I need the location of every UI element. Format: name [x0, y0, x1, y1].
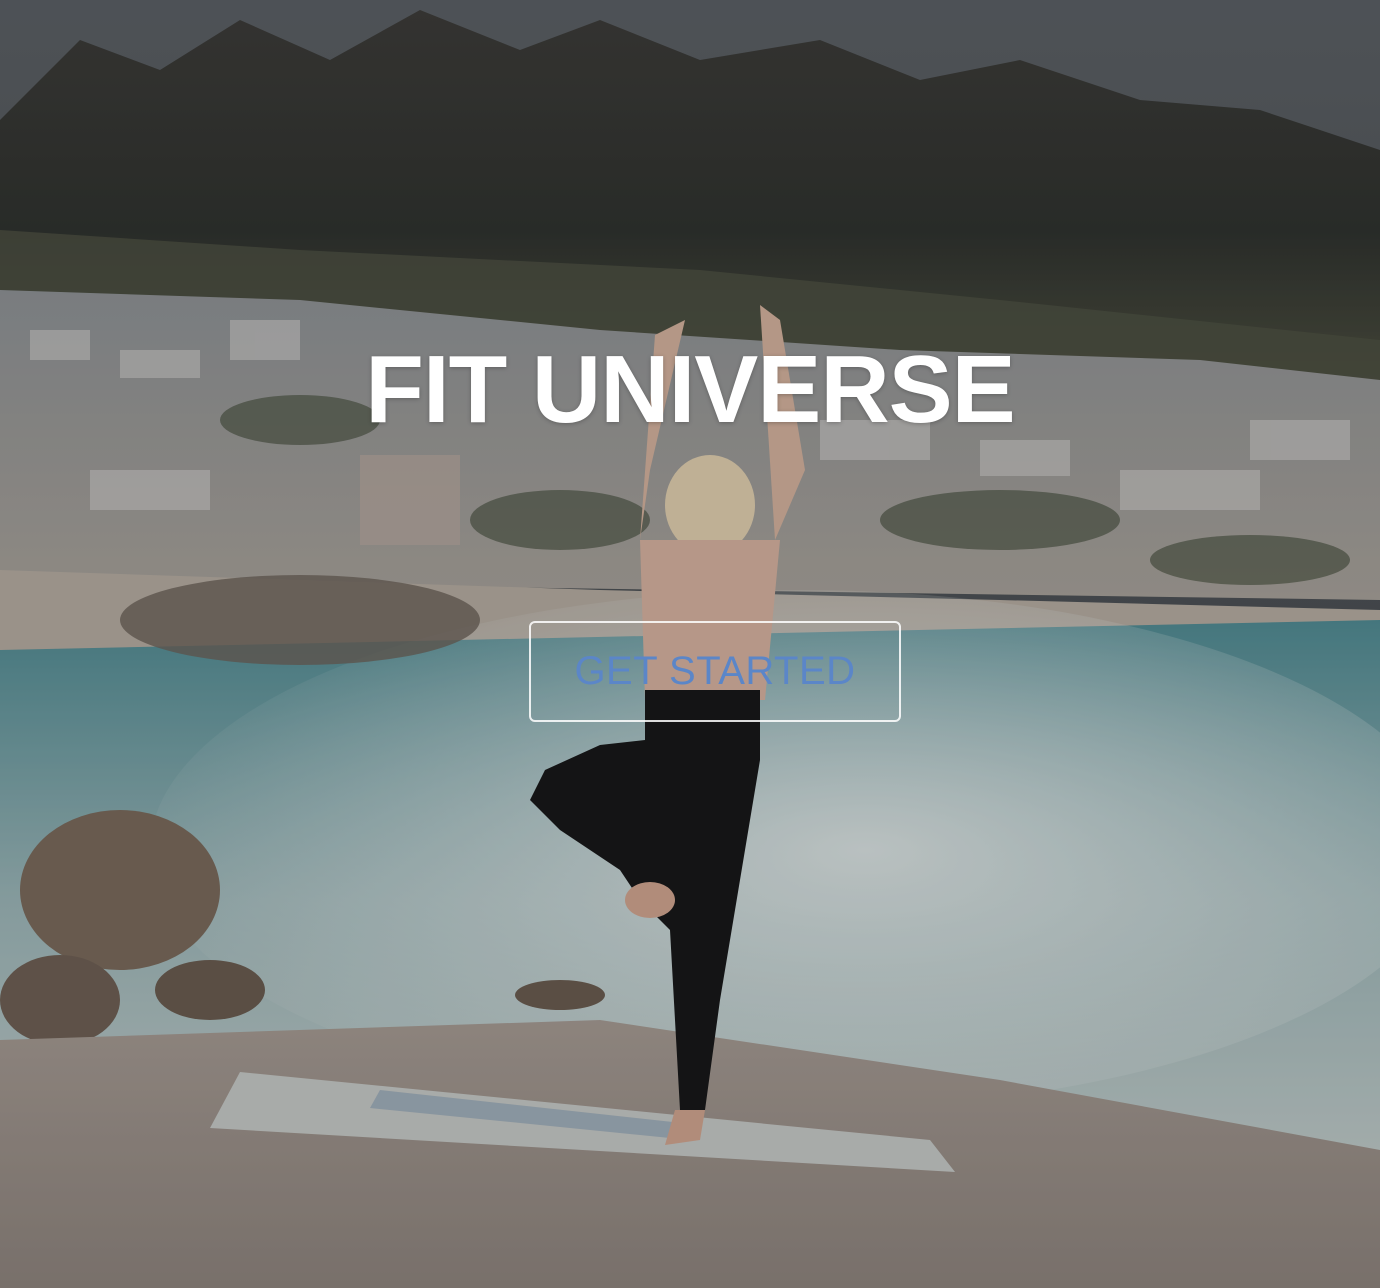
hero-section: FIT UNIVERSE GET STARTED: [0, 0, 1380, 1288]
get-started-label: GET STARTED: [574, 649, 856, 693]
get-started-button[interactable]: GET STARTED: [529, 621, 901, 722]
page-title: FIT UNIVERSE: [365, 336, 1015, 443]
